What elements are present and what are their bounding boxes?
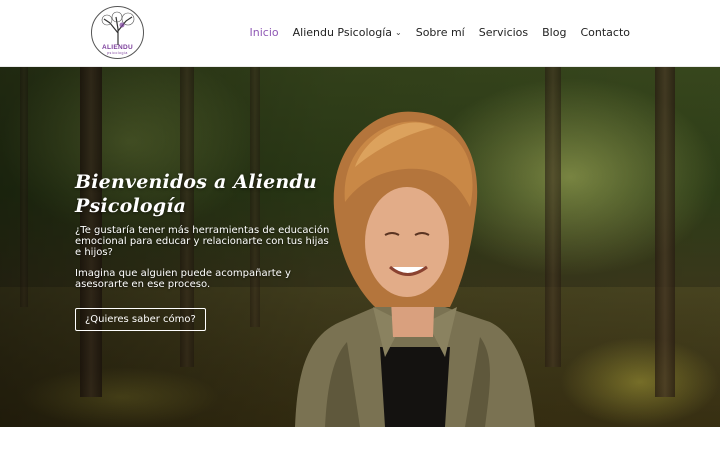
- cta-button[interactable]: ¿Quieres saber cómo?: [75, 308, 206, 331]
- nav-item-sobre-mi[interactable]: Sobre mí: [416, 26, 465, 39]
- nav-item-label: Sobre mí: [415, 26, 465, 39]
- chevron-down-icon: ⌄: [395, 28, 402, 37]
- nav-item-contacto[interactable]: Contacto: [580, 26, 630, 39]
- nav-item-aliendu-psicologia[interactable]: Aliendu Psicología ⌄: [293, 26, 402, 39]
- nav-item-inicio[interactable]: Inicio: [250, 26, 279, 39]
- nav-item-label: Contacto: [580, 26, 630, 39]
- nav-item-servicios[interactable]: Servicios: [479, 26, 528, 39]
- hero-title-line-1: Bienvenidos a Aliendu: [75, 171, 317, 193]
- page-content-below: [0, 427, 720, 450]
- hero-section: Bienvenidos a Aliendu Psicología ¿Te gus…: [0, 67, 720, 427]
- logo-subtitle: psicología: [107, 51, 128, 55]
- site-header: ALIENDU psicología Inicio Aliendu Psicol…: [0, 0, 720, 66]
- hero-paragraph-1: ¿Te gustaría tener más herramientas de e…: [75, 225, 330, 258]
- site-logo[interactable]: ALIENDU psicología: [91, 6, 144, 59]
- nav-item-label: Servicios: [478, 26, 529, 39]
- hero-title: Bienvenidos a Aliendu Psicología: [75, 170, 335, 218]
- hero-title-line-2: Psicología: [75, 195, 187, 217]
- hero-paragraph-2: Imagina que alguien puede acompañarte y …: [75, 268, 291, 290]
- hero-content: Bienvenidos a Aliendu Psicología ¿Te gus…: [75, 170, 335, 331]
- tree-logo-icon: [101, 11, 135, 45]
- nav-item-label: Inicio: [249, 26, 279, 39]
- nav-item-label: Blog: [542, 26, 567, 39]
- main-nav: Inicio Aliendu Psicología ⌄ Sobre mí Ser…: [236, 26, 631, 39]
- nav-item-label: Aliendu Psicología: [292, 26, 393, 39]
- nav-item-blog[interactable]: Blog: [542, 26, 566, 39]
